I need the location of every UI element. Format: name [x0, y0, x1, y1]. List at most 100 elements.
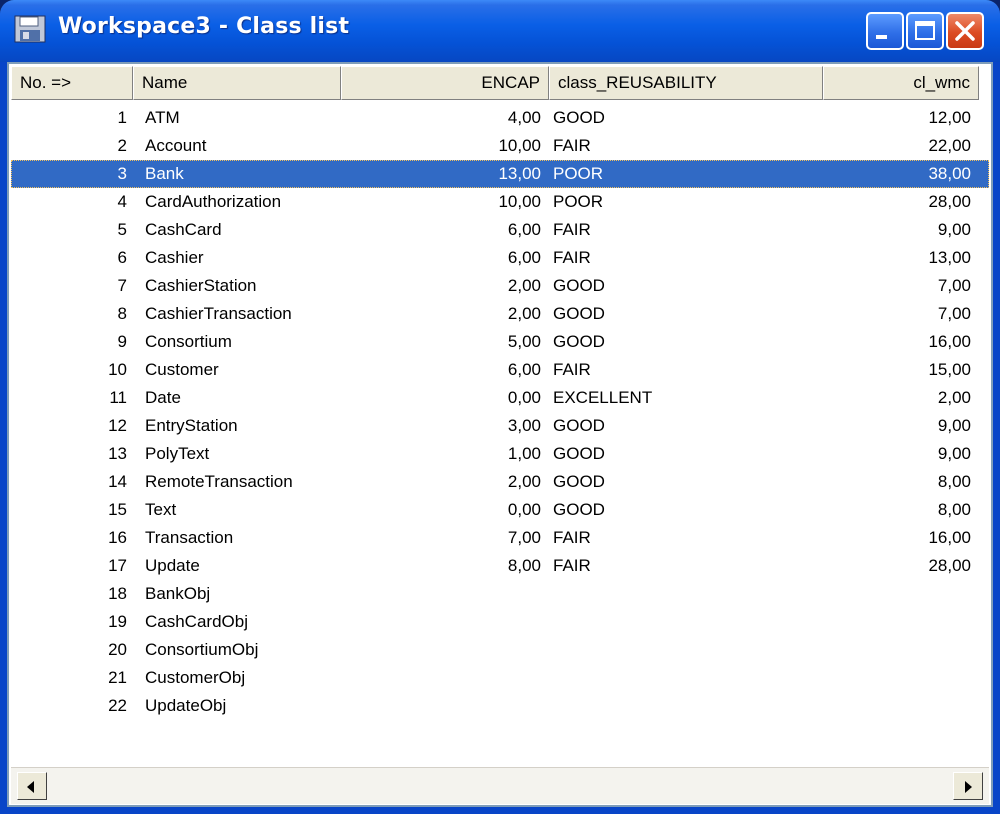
table-row[interactable]: 3 Bank 13,00 POOR 38,00	[11, 160, 989, 188]
minimize-button[interactable]	[866, 12, 904, 50]
reusability-value: GOOD	[553, 416, 605, 435]
row-number: 9	[117, 332, 127, 351]
wmc-value: 12,00	[928, 108, 971, 127]
scroll-left-button[interactable]	[17, 772, 47, 800]
row-number: 18	[108, 584, 127, 603]
class-name: Cashier	[145, 248, 204, 267]
class-name: Bank	[145, 164, 184, 183]
encap-value: 6,00	[507, 220, 541, 239]
wmc-value: 7,00	[937, 304, 971, 323]
reusability-value: FAIR	[553, 136, 591, 155]
class-name: EntryStation	[145, 416, 238, 435]
class-name: Account	[145, 136, 207, 155]
horizontal-scrollbar[interactable]	[11, 767, 989, 804]
table-row[interactable]: 9 Consortium 5,00 GOOD 16,00	[11, 328, 989, 356]
table-row[interactable]: 7 CashierStation 2,00 GOOD 7,00	[11, 272, 989, 300]
column-header-class-reusability[interactable]: class_REUSABILITY	[549, 66, 823, 100]
wmc-value: 16,00	[928, 332, 971, 351]
encap-value: 7,00	[507, 528, 541, 547]
wmc-value: 7,00	[937, 276, 971, 295]
class-name: ATM	[145, 108, 180, 127]
encap-value: 2,00	[507, 276, 541, 295]
encap-value: 10,00	[498, 192, 541, 211]
table-row[interactable]: 4 CardAuthorization 10,00 POOR 28,00	[11, 188, 989, 216]
table-row[interactable]: 1 ATM 4,00 GOOD 12,00	[11, 104, 989, 132]
class-name: PolyText	[145, 444, 210, 463]
table-row[interactable]: 19 CashCardObj	[11, 608, 989, 636]
reusability-value: GOOD	[553, 444, 605, 463]
encap-value: 8,00	[507, 556, 541, 575]
wmc-value: 8,00	[937, 472, 971, 491]
row-number: 5	[117, 220, 127, 239]
wmc-value: 9,00	[937, 220, 971, 239]
reusability-value: GOOD	[553, 500, 605, 519]
class-name: CardAuthorization	[145, 192, 282, 211]
table-row[interactable]: 21 CustomerObj	[11, 664, 989, 692]
floppy-disk-icon[interactable]	[14, 15, 46, 43]
encap-value: 6,00	[507, 360, 541, 379]
maximize-button[interactable]	[906, 12, 944, 50]
class-name: UpdateObj	[145, 696, 227, 715]
table-row[interactable]: 14 RemoteTransaction 2,00 GOOD 8,00	[11, 468, 989, 496]
table-row[interactable]: 22 UpdateObj	[11, 692, 989, 720]
reusability-value: FAIR	[553, 248, 591, 267]
table-row[interactable]: 20 ConsortiumObj	[11, 636, 989, 664]
row-number: 12	[108, 416, 127, 435]
row-number: 4	[117, 192, 127, 211]
row-number: 17	[108, 556, 127, 575]
row-number: 19	[108, 612, 127, 631]
table-row[interactable]: 15 Text 0,00 GOOD 8,00	[11, 496, 989, 524]
class-name: Date	[145, 388, 181, 407]
row-number: 3	[117, 164, 127, 183]
table-row[interactable]: 10 Customer 6,00 FAIR 15,00	[11, 356, 989, 384]
wmc-value: 28,00	[928, 556, 971, 575]
column-header-cl-wmc[interactable]: cl_wmc	[823, 66, 979, 100]
encap-value: 4,00	[507, 108, 541, 127]
minimize-icon	[876, 35, 887, 39]
close-button[interactable]	[946, 12, 984, 50]
class-list-view[interactable]: No. => Name ENCAP class_REUSABILITY cl_w…	[7, 62, 993, 807]
title-bar[interactable]: Workspace3 - Class list	[0, 0, 1000, 62]
reusability-value: GOOD	[553, 304, 605, 323]
row-number: 20	[108, 640, 127, 659]
column-header-no[interactable]: No. =>	[11, 66, 133, 100]
row-number: 1	[117, 108, 127, 127]
wmc-value: 8,00	[937, 500, 971, 519]
class-name: ConsortiumObj	[145, 640, 259, 659]
encap-value: 2,00	[507, 472, 541, 491]
encap-value: 5,00	[507, 332, 541, 351]
table-row[interactable]: 17 Update 8,00 FAIR 28,00	[11, 552, 989, 580]
wmc-value: 2,00	[937, 388, 971, 407]
reusability-value: FAIR	[553, 220, 591, 239]
wmc-value: 16,00	[928, 528, 971, 547]
wmc-value: 9,00	[937, 444, 971, 463]
column-header-name[interactable]: Name	[133, 66, 341, 100]
table-row[interactable]: 18 BankObj	[11, 580, 989, 608]
table-row[interactable]: 6 Cashier 6,00 FAIR 13,00	[11, 244, 989, 272]
column-header-encap[interactable]: ENCAP	[341, 66, 549, 100]
class-name: Customer	[145, 360, 219, 379]
wmc-value: 9,00	[937, 416, 971, 435]
table-row[interactable]: 12 EntryStation 3,00 GOOD 9,00	[11, 412, 989, 440]
table-row[interactable]: 11 Date 0,00 EXCELLENT 2,00	[11, 384, 989, 412]
table-row[interactable]: 16 Transaction 7,00 FAIR 16,00	[11, 524, 989, 552]
reusability-value: POOR	[553, 164, 604, 183]
table-row[interactable]: 2 Account 10,00 FAIR 22,00	[11, 132, 989, 160]
table-row[interactable]: 13 PolyText 1,00 GOOD 9,00	[11, 440, 989, 468]
class-name: Text	[145, 500, 177, 519]
row-number: 16	[108, 528, 127, 547]
class-name: CashierTransaction	[145, 304, 292, 323]
wmc-value: 13,00	[928, 248, 971, 267]
encap-value: 1,00	[507, 444, 541, 463]
scrollbar-track[interactable]	[47, 772, 953, 800]
class-name: CashierStation	[145, 276, 257, 295]
scroll-right-button[interactable]	[953, 772, 983, 800]
class-name: BankObj	[145, 584, 211, 603]
encap-value: 10,00	[498, 136, 541, 155]
table-row[interactable]: 5 CashCard 6,00 FAIR 9,00	[11, 216, 989, 244]
class-name: CashCard	[145, 220, 222, 239]
row-number: 15	[108, 500, 127, 519]
window-title: Workspace3 - Class list	[58, 14, 350, 39]
reusability-value: FAIR	[553, 556, 591, 575]
table-row[interactable]: 8 CashierTransaction 2,00 GOOD 7,00	[11, 300, 989, 328]
